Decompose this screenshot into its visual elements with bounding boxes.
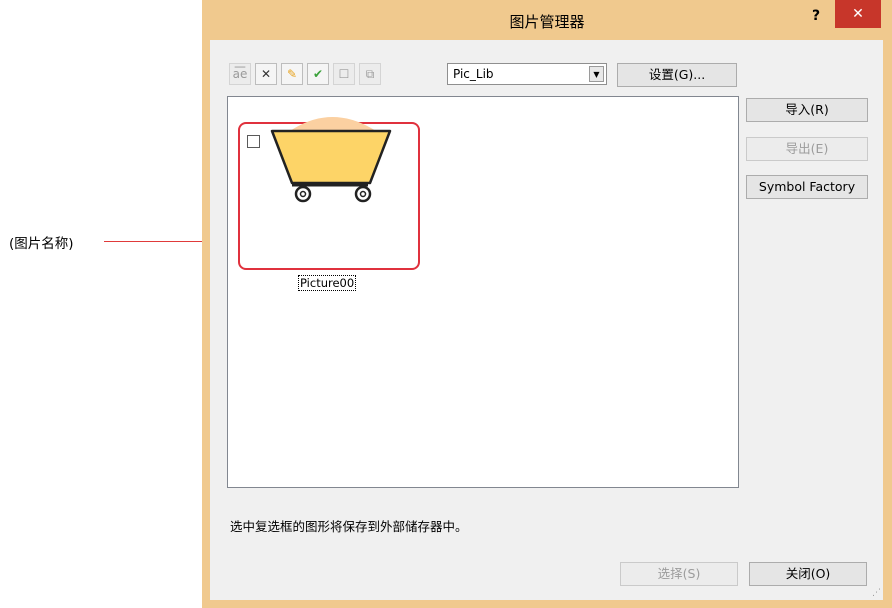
select-button[interactable]: 选择(S)	[620, 562, 738, 586]
chevron-down-icon[interactable]: ▼	[589, 66, 604, 82]
export-button[interactable]: 导出(E)	[746, 137, 868, 161]
check-all-button[interactable]: ✔	[307, 63, 329, 85]
dialog-title: 图片管理器	[509, 13, 585, 31]
status-text: 选中复选框的图形将保存到外部储存器中。	[230, 519, 468, 534]
title-bar: 图片管理器 ? ✕	[202, 0, 892, 40]
edit-icon: ✎	[286, 67, 298, 81]
picture-checkbox[interactable]	[247, 135, 260, 148]
copy-button[interactable]: ⧉	[359, 63, 381, 85]
cart-picture-thumbnail[interactable]	[270, 115, 394, 205]
picture-list[interactable]: Picture00	[227, 96, 739, 488]
delete-icon: ✕	[260, 67, 272, 81]
callout-label: (图片名称)	[9, 236, 74, 252]
picture-manager-dialog: 图片管理器 ? ✕ a͞e ✕ ✎ ✔ ☐ ⧉ Pic_Lib ▼ 设置(G).…	[202, 0, 892, 608]
empty-checkbox-icon: ☐	[338, 67, 350, 81]
picture-name-label[interactable]: Picture00	[298, 275, 357, 291]
checkmark-icon: ✔	[312, 67, 324, 81]
uncheck-all-button[interactable]: ☐	[333, 63, 355, 85]
close-icon: ✕	[852, 6, 864, 22]
dialog-client-area: a͞e ✕ ✎ ✔ ☐ ⧉ Pic_Lib ▼ 设置(G)... 导入(R) 导…	[210, 40, 883, 600]
resize-grip-icon[interactable]: ⋰	[872, 588, 881, 598]
copy-icon: ⧉	[365, 66, 375, 81]
close-button[interactable]: 关闭(O)	[749, 562, 867, 586]
settings-button[interactable]: 设置(G)...	[617, 63, 737, 87]
close-window-button[interactable]: ✕	[835, 0, 881, 28]
rename-icon: a͞e	[232, 67, 248, 81]
import-button[interactable]: 导入(R)	[746, 98, 868, 122]
edit-button[interactable]: ✎	[281, 63, 303, 85]
symbol-factory-button[interactable]: Symbol Factory	[746, 175, 868, 199]
rename-button[interactable]: a͞e	[229, 63, 251, 85]
delete-button[interactable]: ✕	[255, 63, 277, 85]
help-button[interactable]: ?	[803, 5, 829, 27]
library-select-value: Pic_Lib	[453, 67, 494, 81]
library-select[interactable]: Pic_Lib ▼	[447, 63, 607, 85]
